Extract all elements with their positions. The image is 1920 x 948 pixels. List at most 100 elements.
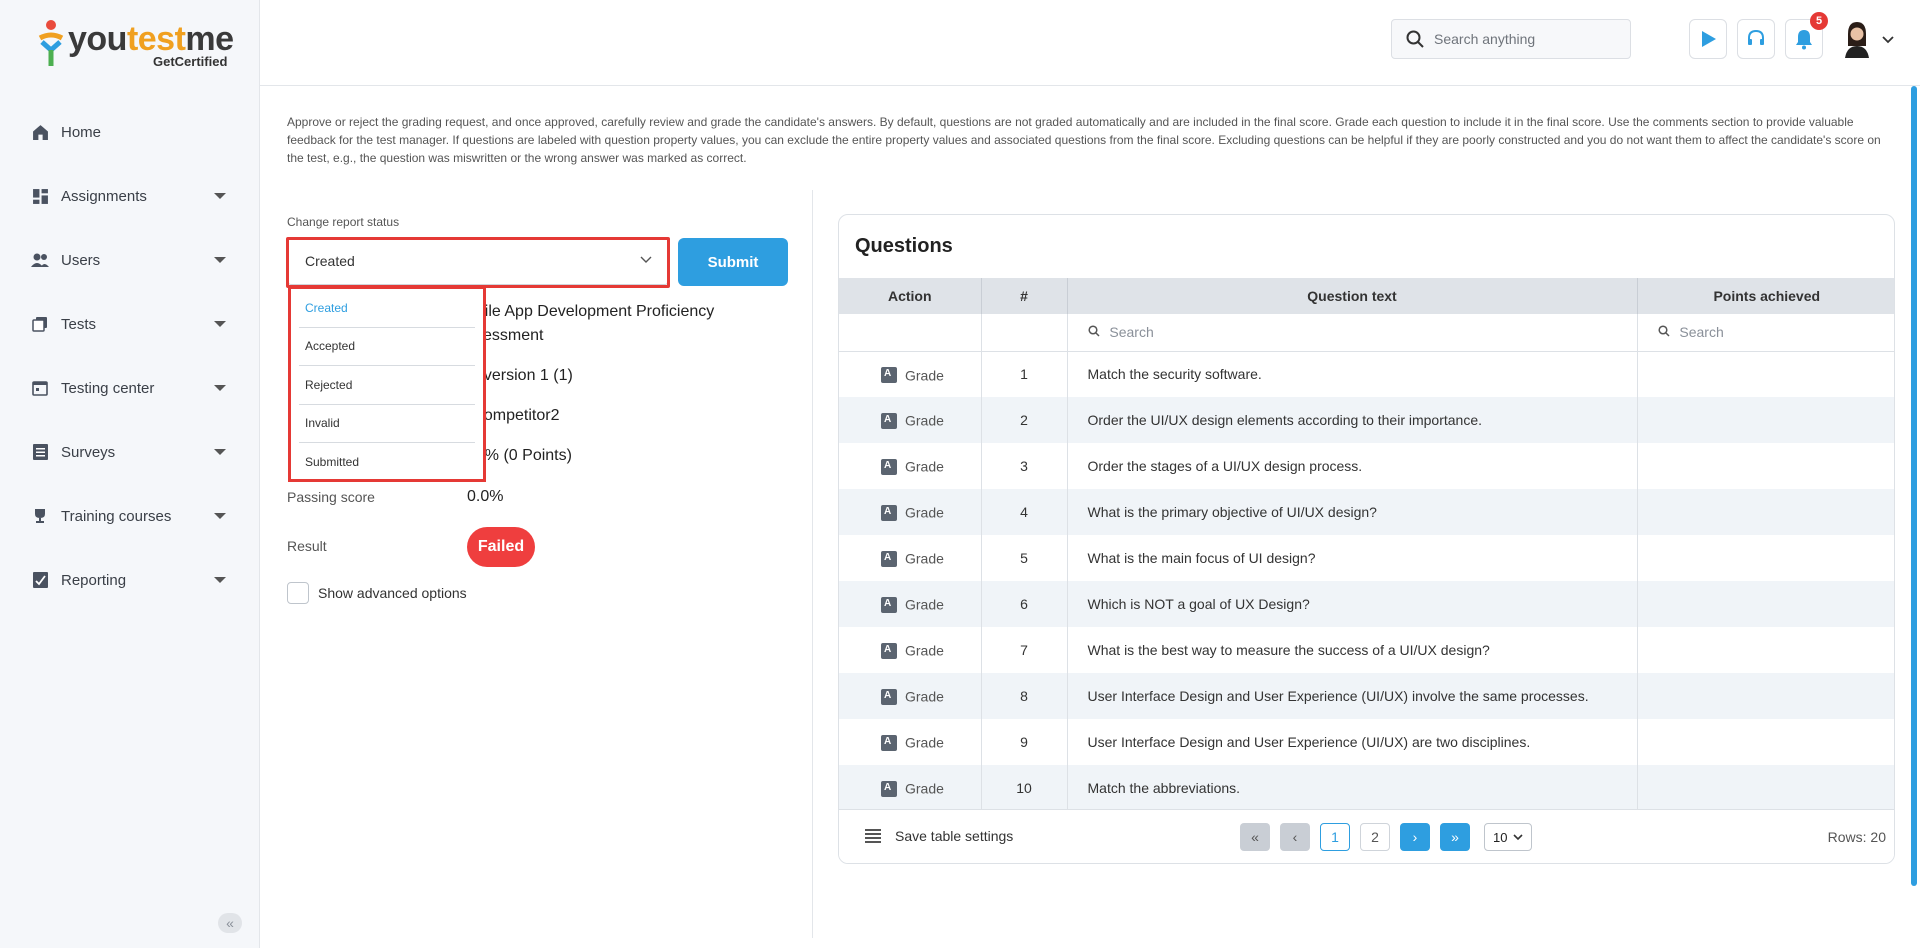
chevron-down-icon bbox=[1513, 834, 1524, 841]
points-achieved bbox=[1637, 535, 1894, 581]
page-1-button[interactable]: 1 bbox=[1320, 823, 1350, 851]
top-header: 5 bbox=[260, 0, 1920, 86]
table-row: Grade 9User Interface Design and User Exp… bbox=[839, 719, 1894, 765]
table-row: Grade 6Which is NOT a goal of UX Design? bbox=[839, 581, 1894, 627]
result-label: Result bbox=[287, 538, 327, 554]
question-number: 7 bbox=[981, 627, 1068, 673]
sidebar-item-label: Reporting bbox=[61, 571, 127, 589]
question-number: 6 bbox=[981, 581, 1068, 627]
sidebar-item-label: Home bbox=[61, 123, 102, 141]
question-number: 10 bbox=[981, 765, 1068, 811]
column-header-question-text[interactable]: Question text bbox=[1067, 278, 1638, 314]
status-option-created[interactable]: Created bbox=[299, 289, 475, 328]
question-text-search[interactable]: Search bbox=[1067, 314, 1638, 352]
question-text[interactable]: User Interface Design and User Experienc… bbox=[1067, 673, 1638, 719]
search-placeholder: Search bbox=[1679, 324, 1724, 341]
passing-score-value: 0.0% bbox=[467, 488, 504, 505]
page-scrollbar[interactable] bbox=[1911, 86, 1917, 886]
status-option-accepted[interactable]: Accepted bbox=[299, 328, 475, 366]
grade-action[interactable]: Grade bbox=[839, 489, 982, 535]
double-chevron-left-icon: « bbox=[226, 915, 234, 931]
first-page-button[interactable]: « bbox=[1240, 823, 1270, 851]
grade-icon bbox=[881, 780, 897, 797]
status-dropdown-menu: Created Accepted Rejected Invalid Submit… bbox=[288, 286, 486, 482]
column-header-action[interactable]: Action bbox=[839, 278, 982, 314]
question-text[interactable]: What is the primary objective of UI/UX d… bbox=[1067, 489, 1638, 535]
points-achieved bbox=[1637, 443, 1894, 489]
question-text[interactable]: What is the main focus of UI design? bbox=[1067, 535, 1638, 581]
rows-per-page-select[interactable]: 10 bbox=[1484, 823, 1532, 851]
question-number: 9 bbox=[981, 719, 1068, 765]
previous-page-button[interactable]: ‹ bbox=[1280, 823, 1310, 851]
global-search-input[interactable] bbox=[1434, 31, 1614, 47]
question-text[interactable]: Which is NOT a goal of UX Design? bbox=[1067, 581, 1638, 627]
intro-description: Approve or reject the grading request, a… bbox=[287, 115, 1881, 165]
question-text[interactable]: What is the best way to measure the succ… bbox=[1067, 627, 1638, 673]
testing-center-icon bbox=[31, 379, 49, 397]
sidebar-item-reporting[interactable]: Reporting bbox=[0, 548, 260, 612]
grade-action[interactable]: Grade bbox=[839, 397, 982, 443]
sidebar-item-tests[interactable]: Tests bbox=[0, 292, 260, 356]
status-option-submitted[interactable]: Submitted bbox=[299, 443, 475, 482]
grade-action[interactable]: Grade bbox=[839, 535, 982, 581]
passing-score-label: Passing score bbox=[287, 489, 375, 505]
column-header-number[interactable]: # bbox=[981, 278, 1068, 314]
chevron-down-icon[interactable] bbox=[1882, 36, 1894, 44]
logo[interactable]: youtestme GetCertified bbox=[32, 16, 234, 72]
points-search[interactable]: Search bbox=[1637, 314, 1894, 352]
play-button[interactable] bbox=[1689, 19, 1727, 59]
notification-badge: 5 bbox=[1810, 12, 1828, 30]
sidebar-item-home[interactable]: Home bbox=[0, 100, 260, 164]
double-chevron-right-icon: » bbox=[1451, 829, 1459, 845]
play-icon bbox=[1702, 31, 1716, 47]
question-number: 4 bbox=[981, 489, 1068, 535]
trophy-icon bbox=[31, 507, 49, 525]
reporting-icon bbox=[31, 571, 49, 589]
sidebar: youtestme GetCertified Home Assignments … bbox=[0, 0, 260, 948]
page-2-button[interactable]: 2 bbox=[1360, 823, 1390, 851]
avatar[interactable] bbox=[1840, 20, 1874, 58]
grade-action[interactable]: Grade bbox=[839, 673, 982, 719]
collapse-sidebar-button[interactable]: « bbox=[218, 913, 242, 933]
report-status-select[interactable]: Created bbox=[288, 237, 668, 285]
save-table-settings-button[interactable]: Save table settings bbox=[865, 828, 1013, 844]
last-page-button[interactable]: » bbox=[1440, 823, 1470, 851]
chevron-right-icon: › bbox=[1412, 829, 1418, 845]
table-row: Grade 10Match the abbreviations. bbox=[839, 765, 1894, 811]
grade-action[interactable]: Grade bbox=[839, 581, 982, 627]
status-option-invalid[interactable]: Invalid bbox=[299, 405, 475, 443]
question-text[interactable]: Match the abbreviations. bbox=[1067, 765, 1638, 811]
grade-action[interactable]: Grade bbox=[839, 627, 982, 673]
next-page-button[interactable]: › bbox=[1400, 823, 1430, 851]
question-text[interactable]: Order the stages of a UI/UX design proce… bbox=[1067, 443, 1638, 489]
grade-action[interactable]: Grade bbox=[839, 765, 982, 811]
support-button[interactable] bbox=[1737, 19, 1775, 59]
chevron-down-icon bbox=[214, 193, 226, 199]
global-search[interactable] bbox=[1391, 19, 1631, 59]
status-option-rejected[interactable]: Rejected bbox=[299, 366, 475, 405]
advanced-options-checkbox[interactable] bbox=[287, 582, 309, 604]
question-text[interactable]: Order the UI/UX design elements accordin… bbox=[1067, 397, 1638, 443]
grade-icon bbox=[881, 688, 897, 705]
notifications-button[interactable]: 5 bbox=[1785, 12, 1828, 59]
questions-table: Action # Question text Points achieved S… bbox=[839, 278, 1894, 811]
question-text[interactable]: Match the security software. bbox=[1067, 351, 1638, 397]
show-advanced-options[interactable]: Show advanced options bbox=[287, 582, 467, 604]
sidebar-item-label: Surveys bbox=[61, 443, 116, 461]
points-achieved bbox=[1637, 627, 1894, 673]
sidebar-item-assignments[interactable]: Assignments bbox=[0, 164, 260, 228]
grade-action[interactable]: Grade bbox=[839, 719, 982, 765]
grade-action[interactable]: Grade bbox=[839, 351, 982, 397]
sidebar-item-testing-center[interactable]: Testing center bbox=[0, 356, 260, 420]
points-achieved bbox=[1637, 765, 1894, 811]
column-header-points[interactable]: Points achieved bbox=[1637, 278, 1894, 314]
sidebar-item-training-courses[interactable]: Training courses bbox=[0, 484, 260, 548]
table-row: Grade 1Match the security software. bbox=[839, 351, 1894, 397]
question-text[interactable]: User Interface Design and User Experienc… bbox=[1067, 719, 1638, 765]
sidebar-item-surveys[interactable]: Surveys bbox=[0, 420, 260, 484]
chevron-down-icon bbox=[214, 449, 226, 455]
sidebar-item-users[interactable]: Users bbox=[0, 228, 260, 292]
assignments-icon bbox=[31, 187, 49, 205]
submit-button[interactable]: Submit bbox=[678, 238, 788, 286]
grade-action[interactable]: Grade bbox=[839, 443, 982, 489]
